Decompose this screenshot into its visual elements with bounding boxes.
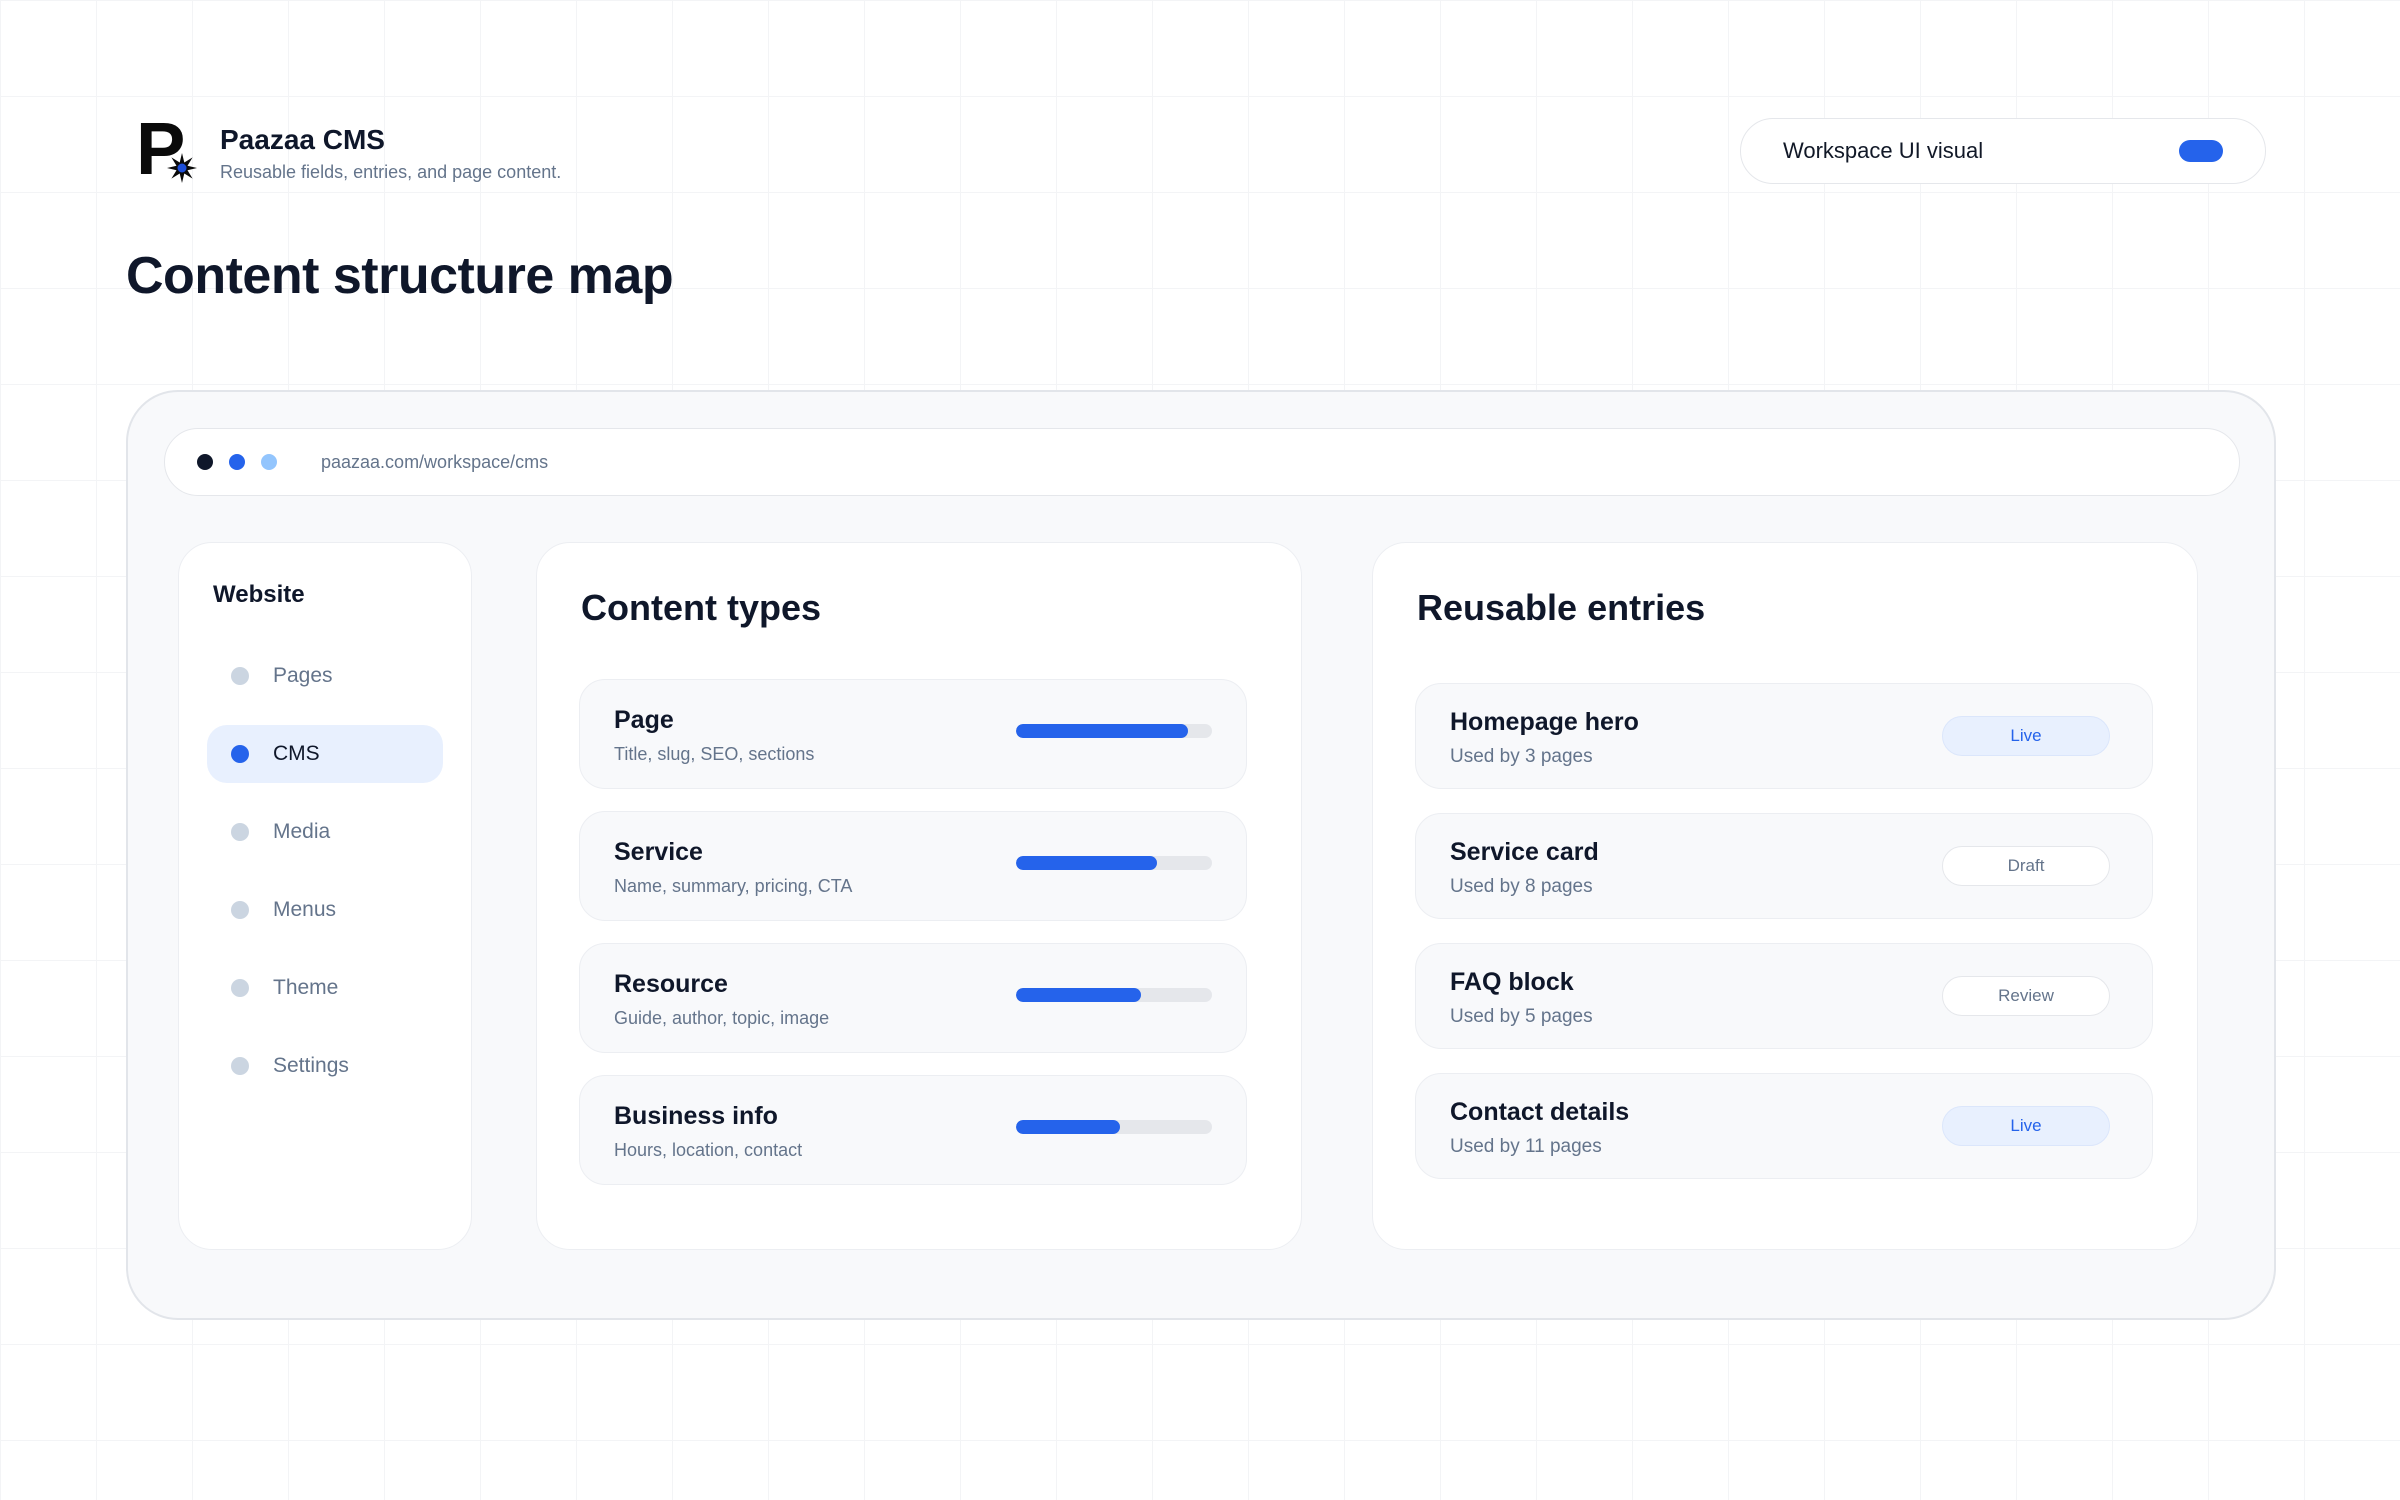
- browser-window: paazaa.com/workspace/cms Website Pages C…: [126, 390, 2276, 1320]
- sidebar-item-menus[interactable]: Menus: [207, 881, 443, 939]
- url-text: paazaa.com/workspace/cms: [321, 451, 549, 472]
- progress-bar: [1016, 988, 1212, 1002]
- entry-list: Homepage hero Used by 3 pages Live Servi…: [1415, 683, 2153, 1203]
- nav-dot-icon: [231, 823, 249, 841]
- nav-dot-icon: [231, 979, 249, 997]
- sidebar: Website Pages CMS Media Menus Theme Sett…: [178, 542, 472, 1250]
- content-type-resource[interactable]: Resource Guide, author, topic, image: [579, 943, 1247, 1053]
- content-type-name: Resource: [614, 970, 728, 998]
- brand-text: Paazaa CMS Reusable fields, entries, and…: [220, 123, 561, 184]
- window-dot-blue: [229, 454, 245, 470]
- reusable-entries-panel: Reusable entries Homepage hero Used by 3…: [1372, 542, 2198, 1250]
- sidebar-nav: Pages CMS Media Menus Theme Settings: [207, 647, 443, 1115]
- progress-bar: [1016, 1120, 1212, 1134]
- brand: P Paazaa CMS Reusable fields, entries, a…: [136, 112, 561, 188]
- nav-dot-icon: [231, 1057, 249, 1075]
- entry-faq-block[interactable]: FAQ block Used by 5 pages Review: [1415, 943, 2153, 1049]
- entry-usage: Used by 5 pages: [1450, 1006, 1593, 1027]
- sidebar-item-label: Pages: [273, 664, 333, 687]
- progress-fill: [1016, 724, 1189, 738]
- status-badge: Live: [1942, 1106, 2110, 1146]
- status-badge: Live: [1942, 716, 2110, 756]
- progress-bar: [1016, 724, 1212, 738]
- entry-contact-details[interactable]: Contact details Used by 11 pages Live: [1415, 1073, 2153, 1179]
- entry-usage: Used by 8 pages: [1450, 876, 1593, 897]
- reusable-entries-title: Reusable entries: [1417, 587, 1706, 628]
- content-type-name: Business info: [614, 1102, 778, 1130]
- paazaa-logo: P: [136, 112, 198, 188]
- content-type-service[interactable]: Service Name, summary, pricing, CTA: [579, 811, 1247, 921]
- entry-name: FAQ block: [1450, 968, 1574, 996]
- sidebar-item-cms[interactable]: CMS: [207, 725, 443, 783]
- sidebar-title: Website: [213, 581, 305, 608]
- content-types-panel: Content types Page Title, slug, SEO, sec…: [536, 542, 1302, 1250]
- content-types-title: Content types: [581, 587, 822, 628]
- window-dot-dark: [197, 454, 213, 470]
- toggle-label: Workspace UI visual: [1783, 138, 1984, 163]
- entry-homepage-hero[interactable]: Homepage hero Used by 3 pages Live: [1415, 683, 2153, 789]
- sidebar-item-label: Menus: [273, 898, 337, 921]
- content-type-business-info[interactable]: Business info Hours, location, contact: [579, 1075, 1247, 1185]
- entry-usage: Used by 11 pages: [1450, 1136, 1602, 1157]
- progress-bar: [1016, 856, 1212, 870]
- brand-name: Paazaa CMS: [220, 123, 385, 155]
- content-type-fields: Name, summary, pricing, CTA: [614, 876, 853, 896]
- content-type-fields: Guide, author, topic, image: [614, 1008, 830, 1028]
- nav-dot-icon: [231, 745, 249, 763]
- sidebar-item-label: Settings: [273, 1054, 349, 1077]
- content-type-name: Page: [614, 706, 674, 734]
- entry-name: Service card: [1450, 838, 1599, 866]
- page-title: Content structure map: [126, 247, 674, 305]
- status-badge: Draft: [1942, 846, 2110, 886]
- workspace-ui-visual-toggle[interactable]: Workspace UI visual: [1740, 118, 2266, 184]
- sidebar-item-settings[interactable]: Settings: [207, 1037, 443, 1095]
- sidebar-item-label: Media: [273, 820, 331, 843]
- nav-dot-icon: [231, 667, 249, 685]
- content-type-page[interactable]: Page Title, slug, SEO, sections: [579, 679, 1247, 789]
- content-type-list: Page Title, slug, SEO, sections Service …: [579, 679, 1247, 1207]
- window-dot-light: [261, 454, 277, 470]
- content-type-name: Service: [614, 838, 703, 866]
- entry-name: Contact details: [1450, 1098, 1630, 1126]
- page: P Paazaa CMS Reusable fields, entries, a…: [0, 0, 2400, 1500]
- sidebar-item-theme[interactable]: Theme: [207, 959, 443, 1017]
- progress-fill: [1016, 988, 1142, 1002]
- entry-service-card[interactable]: Service card Used by 8 pages Draft: [1415, 813, 2153, 919]
- toggle-switch[interactable]: [2179, 140, 2223, 162]
- progress-fill: [1016, 1120, 1120, 1134]
- content-type-fields: Title, slug, SEO, sections: [614, 744, 815, 764]
- address-bar[interactable]: paazaa.com/workspace/cms: [164, 428, 2240, 496]
- content-type-fields: Hours, location, contact: [614, 1140, 803, 1160]
- sidebar-item-media[interactable]: Media: [207, 803, 443, 861]
- progress-fill: [1016, 856, 1158, 870]
- sidebar-item-label: Theme: [273, 976, 339, 999]
- sidebar-item-label: CMS: [273, 742, 320, 765]
- sidebar-item-pages[interactable]: Pages: [207, 647, 443, 705]
- status-badge: Review: [1942, 976, 2110, 1016]
- entry-name: Homepage hero: [1450, 708, 1639, 736]
- entry-usage: Used by 3 pages: [1450, 746, 1593, 767]
- nav-dot-icon: [231, 901, 249, 919]
- brand-tagline: Reusable fields, entries, and page conte…: [220, 162, 562, 183]
- starburst-icon: [167, 153, 197, 183]
